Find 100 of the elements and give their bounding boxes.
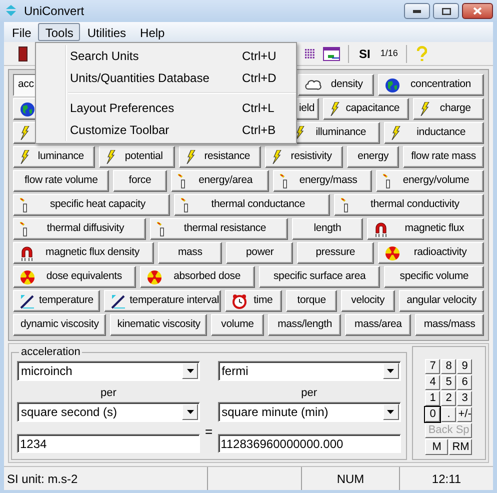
per-label: per [301,386,318,400]
keypad-key[interactable]: . [441,407,456,422]
quantity-button[interactable]: energy/volume [376,170,484,192]
keypad-key[interactable]: 8 [441,359,456,374]
quantity-button[interactable]: torque [286,290,337,312]
quantity-button[interactable]: specific volume [384,266,484,288]
thermometer-icon [280,174,288,188]
quantity-button[interactable]: thermal diffusivity [13,218,146,240]
keypad-key[interactable]: 1 [425,391,440,406]
keypad-key[interactable]: 4 [425,375,440,390]
thermometer-icon [20,198,28,212]
keypad-key[interactable]: 7 [425,359,440,374]
grid-icon[interactable] [305,48,315,58]
quantity-button[interactable]: temperature interval [104,290,221,312]
quantity-button[interactable]: magnetic flux [366,218,484,240]
thermometer-icon [340,198,349,212]
menu-item[interactable]: Tools [38,23,80,41]
quantity-button[interactable]: inductance [384,122,484,144]
quantity-button[interactable]: energy/area [170,170,268,192]
globe-icon [385,78,400,92]
lightning-icon [420,102,430,116]
unit-dropdown[interactable]: microinch [17,360,200,380]
pen-icon [20,294,35,308]
equals-sign: = [204,422,214,440]
quantity-button[interactable]: angular velocity [399,290,484,312]
quantity-button[interactable]: length [292,218,363,240]
fraction-button[interactable]: 1/16 [380,46,398,60]
menu-entry[interactable]: Layout Preferences Ctrl+L [36,97,296,119]
quantity-button[interactable]: pressure [297,242,374,264]
app-icon [4,5,18,17]
quantity-button[interactable]: capacitance [322,98,409,120]
quantity-button[interactable]: radioactivity [378,242,484,264]
value-field[interactable]: 112836960000000.000 [218,434,401,453]
maximize-icon [442,8,450,14]
quantity-button[interactable]: temperature [13,290,100,312]
quantity-button[interactable]: charge [412,98,484,120]
si-button[interactable]: SI [359,44,370,62]
keypad-key[interactable]: +/- [457,407,472,422]
quantity-button[interactable]: energy/mass [272,170,372,192]
keypad-key[interactable]: 6 [457,375,472,390]
quantity-button[interactable]: absorbed dose [140,266,255,288]
lightning-icon [294,126,305,140]
lightning-icon [106,150,116,164]
menu-entry[interactable]: Units/Quantities Database Ctrl+D [36,67,296,89]
quantity-button[interactable]: power [226,242,294,264]
quantity-button[interactable]: luminance [13,146,95,168]
quantity-button[interactable]: energy [347,146,400,168]
quantity-button[interactable]: density [298,74,374,96]
keypad-key[interactable]: 0 [425,407,440,422]
radiation-icon [147,270,162,284]
quantity-button[interactable]: force [113,170,167,192]
quantity-button[interactable]: dynamic viscosity [13,314,106,336]
table-icon[interactable] [323,46,340,60]
quantity-button[interactable]: concentration [378,74,484,96]
quantity-button[interactable]: resistivity [265,146,344,168]
radiation-icon [20,270,35,284]
unit-dropdown[interactable]: square second (s) [17,402,200,422]
quantity-button[interactable]: flow rate mass [403,146,484,168]
door-icon[interactable] [18,46,28,62]
unit-dropdown[interactable]: fermi [218,360,401,380]
quantity-button[interactable]: potential [98,146,175,168]
quantity-button[interactable]: mass/length [268,314,342,336]
quantity-button[interactable]: mass/area [345,314,412,336]
quantity-button[interactable]: volume [210,314,264,336]
close-button[interactable] [462,3,493,19]
quantity-label: acceleration [20,345,82,360]
quantity-button[interactable]: mass/mass [415,314,484,336]
lightning-icon [391,126,402,140]
quantity-button[interactable]: magnetic flux density [13,242,154,264]
memory-button[interactable]: RM [449,439,472,455]
quantity-button[interactable]: resistance [178,146,262,168]
menu-entry[interactable]: Search Units Ctrl+U [36,45,296,67]
quantity-button[interactable]: time [224,290,282,312]
quantity-button[interactable]: thermal conductivity [334,194,484,216]
quantity-button[interactable]: kinematic viscosity [110,314,207,336]
keypad-key[interactable]: 2 [441,391,456,406]
thermometer-icon [20,222,28,236]
keypad-key[interactable]: 5 [441,375,456,390]
quantity-button[interactable]: velocity [340,290,396,312]
value-field[interactable]: 1234 [17,434,200,453]
keypad-key[interactable]: 3 [457,391,472,406]
quantity-button[interactable]: thermal resistance [150,218,288,240]
quantity-button[interactable]: thermal conductance [174,194,330,216]
quantity-button[interactable]: specific surface area [258,266,380,288]
minimize-button[interactable] [404,3,430,19]
quantity-button[interactable]: specific heat capacity [13,194,170,216]
maximize-button[interactable] [433,3,459,19]
quantity-button[interactable]: dose equivalents [13,266,136,288]
menu-item[interactable]: Help [133,23,172,41]
quantity-button[interactable]: flow rate volume [13,170,110,192]
unit-dropdown[interactable]: square minute (min) [218,402,401,422]
quantity-button[interactable]: mass [158,242,222,264]
memory-button[interactable]: M [425,439,448,455]
keypad-key[interactable]: 9 [457,359,472,374]
magnet-icon [20,246,34,260]
menu-item[interactable]: File [5,23,38,41]
globe-icon [20,102,35,116]
lightning-icon [20,126,30,140]
status-mode: NUM [302,467,400,490]
menu-item[interactable]: Utilities [80,23,134,41]
